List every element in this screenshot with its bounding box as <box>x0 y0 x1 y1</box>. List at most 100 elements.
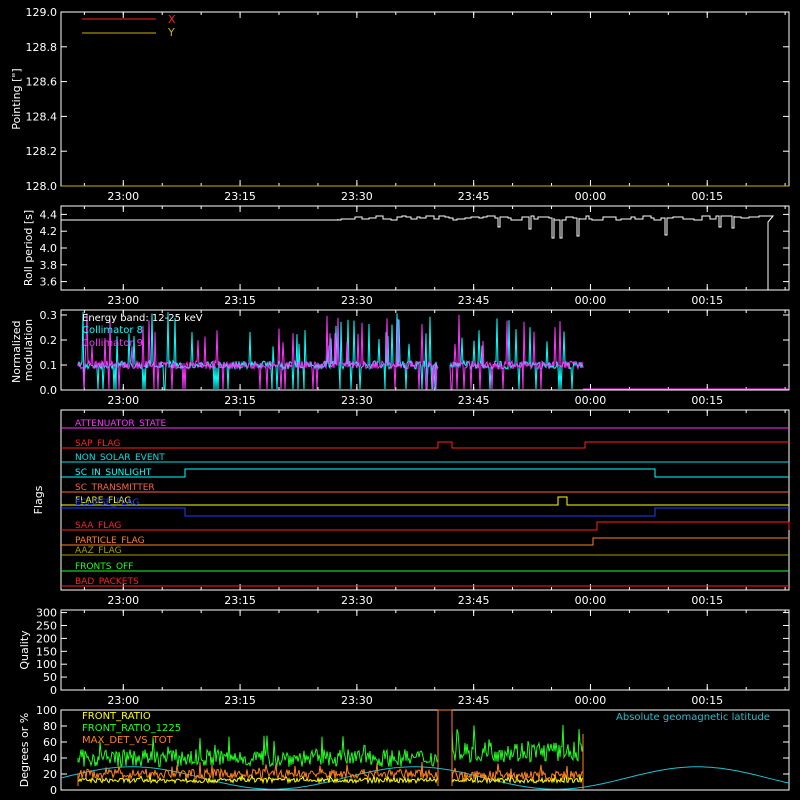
flag-line-sc-in-sunlight <box>61 468 789 478</box>
flag-label-sc-in-sunlight: SC_IN_SUNLIGHT <box>75 468 152 478</box>
panel-modulation: Normalized modulation 0.0 0.1 0.2 0.3 23:00… <box>10 309 790 407</box>
xtick-label: 00:15 <box>691 394 723 407</box>
panel-pointing-ylabel: Pointing ["] <box>10 68 23 129</box>
xtick-label: 23:00 <box>107 394 139 407</box>
flag-line-particle-flag <box>61 537 789 546</box>
ytick-label: 0 <box>50 784 57 797</box>
panel-modulation-ylabel: Normalized modulation <box>10 317 35 383</box>
flag-label-saa-flag: SAA_FLAG <box>75 521 121 531</box>
xtick-label: 00:00 <box>575 694 607 707</box>
flag-label-sap-flag: SAP_FLAG <box>75 439 120 449</box>
flag-line-saa-flag <box>61 521 790 531</box>
xtick-label: 23:45 <box>458 190 490 203</box>
ytick-label: 40 <box>43 752 57 765</box>
xtick-label: 23:30 <box>341 190 373 203</box>
flag-label-sc-transmitter: SC_TRANSMITTER <box>75 483 155 493</box>
ytick-label: 128.4 <box>26 110 58 123</box>
xtick-label: 23:15 <box>224 594 256 607</box>
flag-label-attenuator-state: ATTENUATOR_STATE <box>75 419 167 429</box>
ytick-label: 129.0 <box>26 6 58 19</box>
ytick-label: 80 <box>43 720 57 733</box>
panel-ratios-ylabel: Degrees or % <box>18 713 31 787</box>
ytick-label: 100 <box>36 704 57 717</box>
flag-line-sap-flag <box>61 441 789 449</box>
panel-roll-ylabel: Roll period [s] <box>22 210 35 286</box>
ytick-label: 0.2 <box>40 334 58 347</box>
ytick-label: 3.6 <box>40 276 58 289</box>
ytick-label: 150 <box>36 645 57 658</box>
ytick-label: 60 <box>43 736 57 749</box>
panel-pointing-legend: X Y <box>82 13 176 39</box>
panel-quality-frame <box>60 609 790 691</box>
ytick-label: 200 <box>36 632 57 645</box>
legend-x-label: X <box>168 13 176 26</box>
geomagnetic-latitude-series <box>60 766 790 790</box>
flag-label-fronts-off: FRONTS_OFF <box>75 562 133 572</box>
xtick-label: 23:15 <box>224 394 256 407</box>
xtick-label: 00:00 <box>575 594 607 607</box>
panel-roll-period: Roll period [s] 3.6 3.8 4.0 4.2 4.4 23:00 23:… <box>22 205 790 307</box>
xtick-label: 00:15 <box>691 594 723 607</box>
flag-line-eclipse-flag <box>61 507 789 517</box>
ytick-label: 50 <box>43 671 57 684</box>
flag-label-aaz-flag: AAZ_FLAG <box>75 546 122 556</box>
flag-label-non-solar-event: NON_SOLAR_EVENT <box>75 453 165 463</box>
ytick-label: 128.6 <box>26 76 58 89</box>
ytick-label: 128.2 <box>26 145 58 158</box>
panel-quality: Quality 050100150200250300 23:00 23:15 23:… <box>18 607 790 707</box>
legend-front-ratio-1225: FRONT_RATIO_1225 <box>82 723 181 734</box>
xtick-label: 00:00 <box>575 394 607 407</box>
legend-collimator-9: Collimator 9 <box>82 338 143 349</box>
modulation-ylabel-line2: modulation <box>22 319 35 381</box>
ytick-label: 100 <box>36 658 57 671</box>
flag-label-bad-packets: BAD_PACKETS <box>75 577 139 587</box>
legend-y-label: Y <box>167 26 175 39</box>
ytick-label: 20 <box>43 768 57 781</box>
ytick-label: 0.1 <box>40 359 58 372</box>
xtick-label: 23:00 <box>107 694 139 707</box>
xtick-label: 23:30 <box>341 394 373 407</box>
xtick-label: 23:30 <box>341 594 373 607</box>
xtick-label: 00:15 <box>691 190 723 203</box>
xtick-label: 00:15 <box>691 694 723 707</box>
flag-line-flare-flag <box>61 496 789 506</box>
rhessi-summary-plot: Pointing ["] 128.0 128.2 128.4 128.6 128.8 12… <box>0 0 800 800</box>
collimator-9-series <box>77 313 584 390</box>
ytick-label: 0.0 <box>40 384 58 397</box>
xtick-label: 23:00 <box>107 190 139 203</box>
xtick-label: 23:15 <box>224 190 256 203</box>
xtick-label: 23:45 <box>458 394 490 407</box>
ytick-label: 4.4 <box>40 208 58 221</box>
xtick-label: 23:15 <box>224 694 256 707</box>
panel-flags-frame <box>60 409 790 591</box>
ytick-label: 250 <box>36 619 57 632</box>
xtick-label: 00:00 <box>575 190 607 203</box>
legend-max-det-vs-tot: MAX_DET_VS_TOT <box>82 735 174 746</box>
ytick-label: 128.0 <box>26 180 58 193</box>
ytick-label: 4.2 <box>40 225 58 238</box>
legend-collimator-8: Collimator 8 <box>82 325 143 336</box>
panel-pointing: Pointing ["] 128.0 128.2 128.4 128.6 128.8 12… <box>10 6 790 203</box>
ytick-label: 0.3 <box>40 309 58 322</box>
xtick-label: 23:30 <box>341 294 373 307</box>
legend-front-ratio: FRONT_RATIO <box>82 711 151 722</box>
ytick-label: 128.8 <box>26 41 58 54</box>
panel-ratios: Degrees or % 0 20 40 60 80 100 FRONT_RATIO FR… <box>18 704 790 797</box>
xtick-label: 23:00 <box>107 294 139 307</box>
xtick-label: 23:45 <box>458 594 490 607</box>
panel-roll-frame <box>60 205 790 291</box>
flag-label-eclipse-flag: ECLIPSE_FLAG <box>75 498 139 508</box>
xtick-label: 00:00 <box>575 294 607 307</box>
ytick-label: 3.8 <box>40 259 58 272</box>
modulation-energy-band: Energy band: 12-25 keV <box>82 313 203 324</box>
xtick-label: 23:30 <box>341 694 373 707</box>
xtick-label: 23:00 <box>107 594 139 607</box>
xtick-label: 00:15 <box>691 294 723 307</box>
panel-quality-ylabel: Quality <box>18 630 31 670</box>
ytick-label: 300 <box>36 607 57 620</box>
roll-period-series <box>61 215 775 290</box>
xtick-label: 23:45 <box>458 694 490 707</box>
xtick-label: 23:15 <box>224 294 256 307</box>
legend-geomagnetic-latitude: Absolute geomagnetic latitude <box>616 712 770 723</box>
ytick-label: 0 <box>50 684 57 697</box>
